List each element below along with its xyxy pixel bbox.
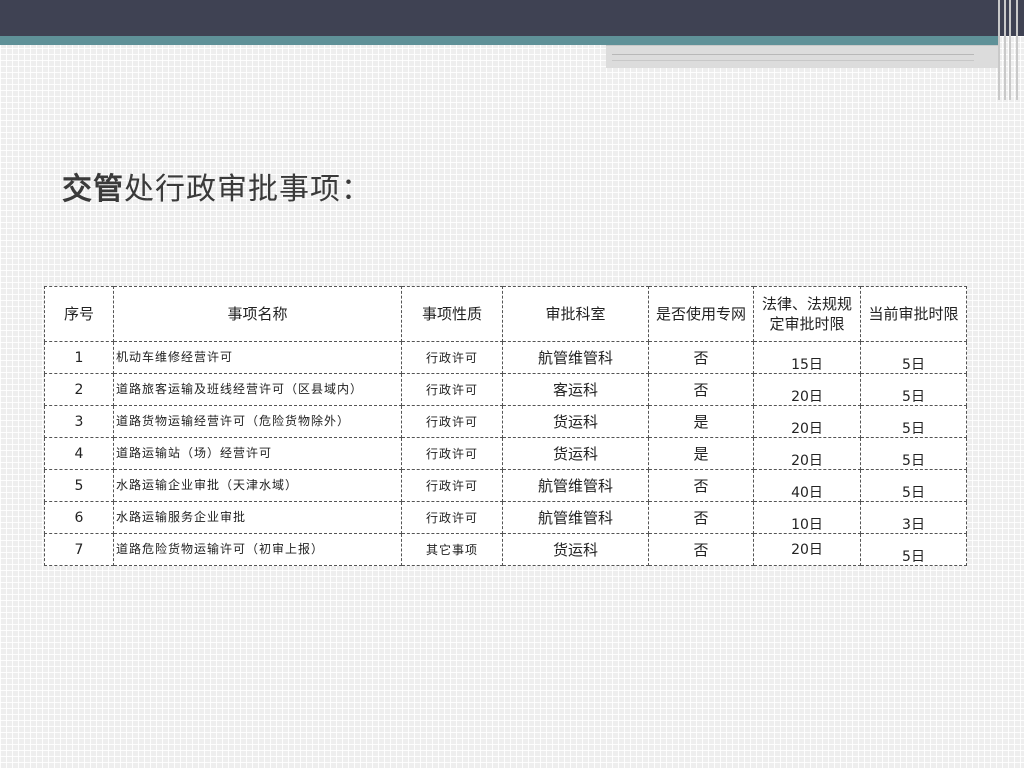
cell-nature: 行政许可 [401,501,503,534]
cell-name: 水路运输服务企业审批 [113,501,402,534]
table-header-row: 序号 事项名称 事项性质 审批科室 是否使用专网 法律、法规规定审批时限 当前审… [44,286,967,342]
cell-dept: 航管维管科 [502,341,649,374]
slide-title-emphasis: 交管 [62,172,124,207]
table-row: 4 道路运输站（场）经营许可 行政许可 货运科 是 20日 5日 [44,437,967,470]
header-current-limit: 当前审批时限 [860,286,967,342]
cell-dept: 航管维管科 [502,469,649,502]
slide-title-text: 处行政审批事项： [124,172,372,207]
header-decor-panel [606,45,1000,68]
cell-network: 否 [648,373,754,406]
cell-network: 是 [648,437,754,470]
cell-name: 水路运输企业审批（天津水域） [113,469,402,502]
cell-current-limit: 5日 [860,437,967,470]
cell-name: 道路危险货物运输许可（初审上报） [113,533,402,566]
cell-dept: 货运科 [502,405,649,438]
cell-index: 4 [44,437,114,470]
header-nature: 事项性质 [401,286,503,342]
cell-legal-limit: 10日 [753,501,861,534]
cell-nature: 行政许可 [401,405,503,438]
cell-current-limit: 5日 [860,405,967,438]
cell-network: 否 [648,533,754,566]
cell-index: 2 [44,373,114,406]
cell-name: 机动车维修经营许可 [113,341,402,374]
cell-network: 否 [648,469,754,502]
slide-title: 交管处行政审批事项： [62,164,372,208]
cell-name: 道路旅客运输及班线经营许可（区县域内） [113,373,402,406]
cell-legal-limit: 20日 [753,405,861,438]
cell-current-limit: 5日 [860,533,967,566]
header-band [0,0,1024,36]
cell-legal-limit: 40日 [753,469,861,502]
header-network: 是否使用专网 [648,286,754,342]
approval-items-table: 序号 事项名称 事项性质 审批科室 是否使用专网 法律、法规规定审批时限 当前审… [44,286,967,566]
cell-nature: 其它事项 [401,533,503,566]
cell-network: 是 [648,405,754,438]
cell-legal-limit: 15日 [753,341,861,374]
cell-index: 1 [44,341,114,374]
cell-network: 否 [648,501,754,534]
cell-nature: 行政许可 [401,373,503,406]
header-legal-limit: 法律、法规规定审批时限 [753,286,861,342]
cell-current-limit: 3日 [860,501,967,534]
cell-current-limit: 5日 [860,469,967,502]
cell-nature: 行政许可 [401,469,503,502]
table-row: 1 机动车维修经营许可 行政许可 航管维管科 否 15日 5日 [44,341,967,374]
cell-current-limit: 5日 [860,341,967,374]
cell-index: 7 [44,533,114,566]
table-row: 7 道路危险货物运输许可（初审上报） 其它事项 货运科 否 20日 5日 [44,533,967,566]
cell-dept: 货运科 [502,533,649,566]
cell-current-limit: 5日 [860,373,967,406]
cell-name: 道路运输站（场）经营许可 [113,437,402,470]
header-index: 序号 [44,286,114,342]
cell-nature: 行政许可 [401,341,503,374]
cell-network: 否 [648,341,754,374]
header-accent-stripe [0,36,1000,45]
cell-legal-limit: 20日 [753,373,861,406]
cell-dept: 客运科 [502,373,649,406]
table-row: 2 道路旅客运输及班线经营许可（区县域内） 行政许可 客运科 否 20日 5日 [44,373,967,406]
table-row: 6 水路运输服务企业审批 行政许可 航管维管科 否 10日 3日 [44,501,967,534]
cell-legal-limit: 20日 [753,437,861,470]
cell-index: 3 [44,405,114,438]
cell-dept: 货运科 [502,437,649,470]
table-row: 3 道路货物运输经营许可（危险货物除外） 行政许可 货运科 是 20日 5日 [44,405,967,438]
header-dept: 审批科室 [502,286,649,342]
cell-nature: 行政许可 [401,437,503,470]
cell-dept: 航管维管科 [502,501,649,534]
cell-index: 6 [44,501,114,534]
cell-legal-limit: 20日 [753,533,861,566]
table-row: 5 水路运输企业审批（天津水域） 行政许可 航管维管科 否 40日 5日 [44,469,967,502]
cell-name: 道路货物运输经营许可（危险货物除外） [113,405,402,438]
header-name: 事项名称 [113,286,402,342]
cell-index: 5 [44,469,114,502]
corner-decor-lines [994,0,1024,100]
